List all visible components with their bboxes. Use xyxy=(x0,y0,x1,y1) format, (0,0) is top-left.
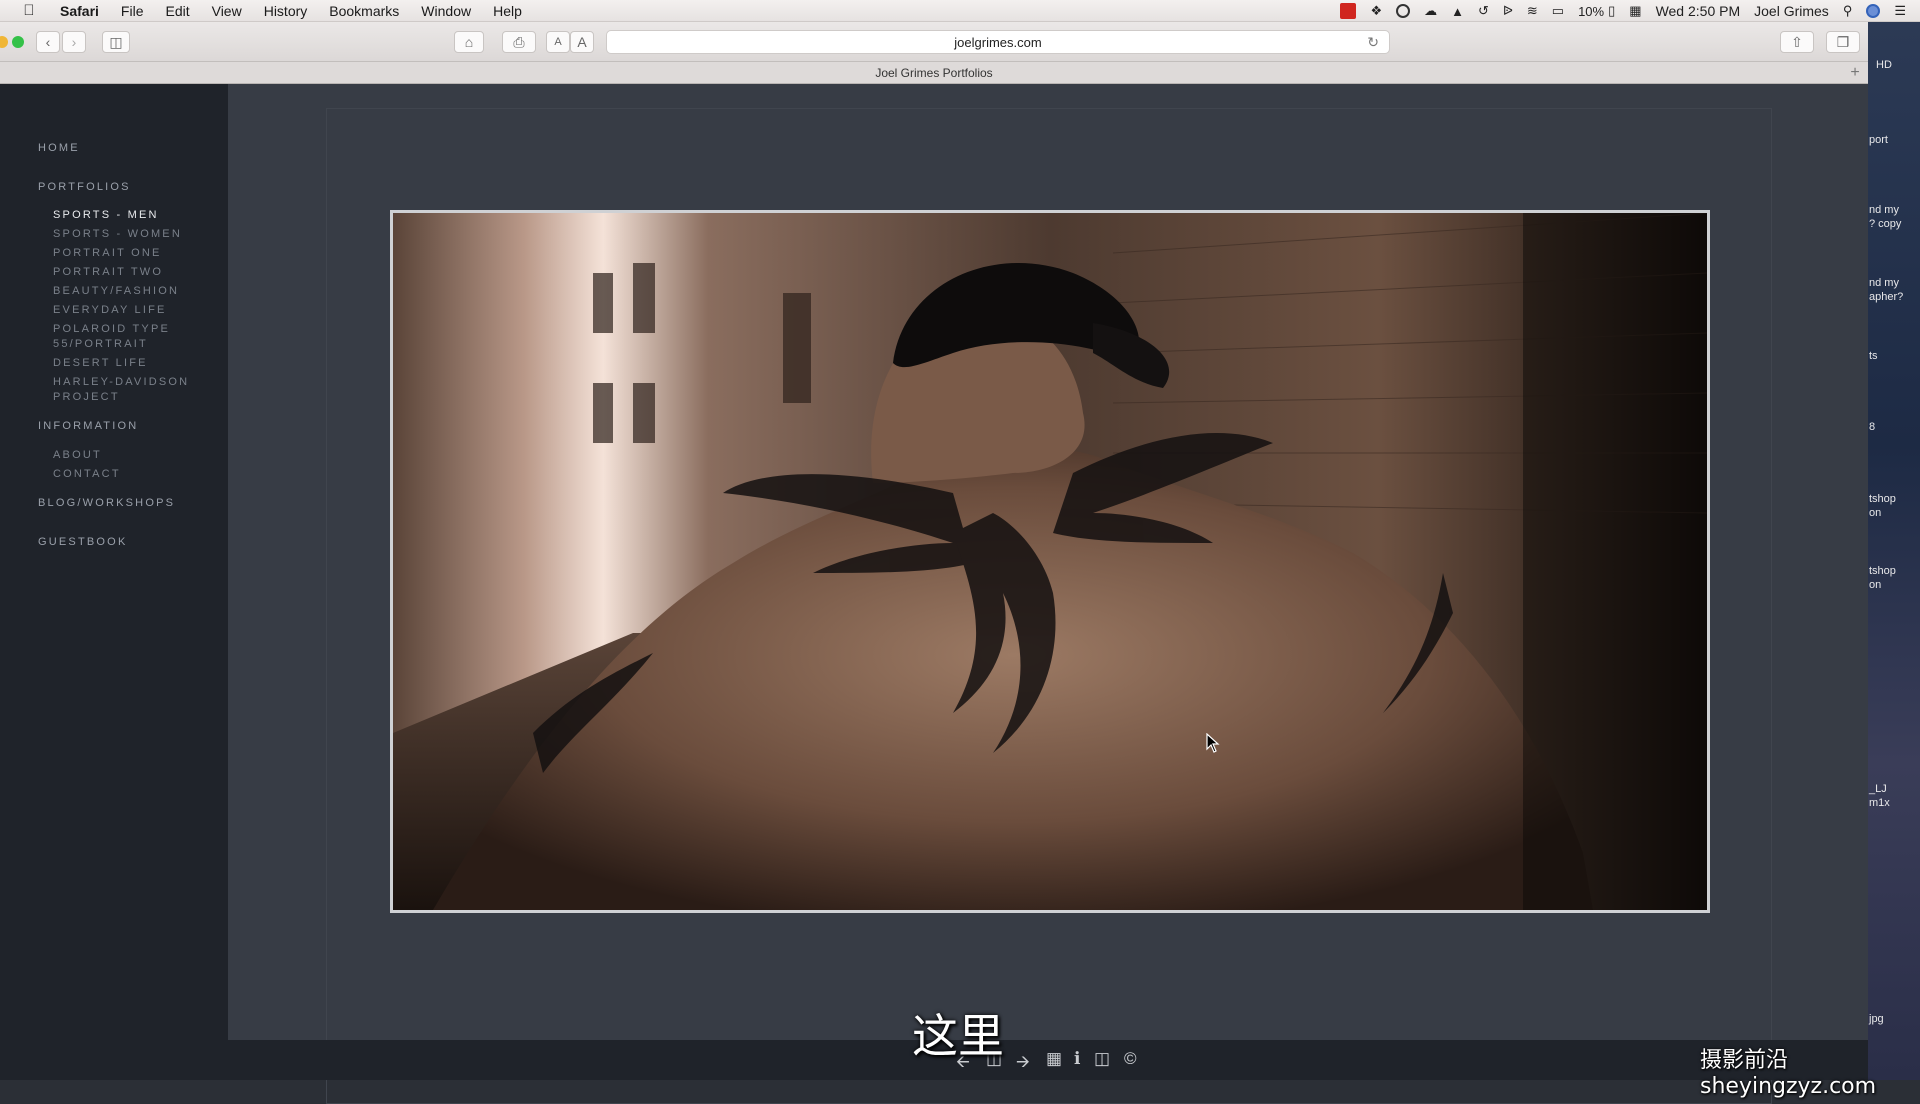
forward-button[interactable]: › xyxy=(62,31,86,53)
time-machine-icon[interactable]: ↺ xyxy=(1478,3,1489,19)
desktop-label[interactable]: _LJ m1x xyxy=(1869,782,1890,810)
portfolio-photo[interactable] xyxy=(390,210,1710,913)
desktop-label[interactable]: tshop on xyxy=(1869,492,1896,520)
menu-help[interactable]: Help xyxy=(493,3,522,19)
address-bar[interactable]: joelgrimes.com ↻ xyxy=(606,30,1390,54)
battery-percent[interactable]: 10% xyxy=(1578,4,1604,19)
menu-history[interactable]: History xyxy=(264,3,308,19)
notification-center-icon[interactable]: ☰ xyxy=(1894,3,1906,19)
growl-icon[interactable]: ▲ xyxy=(1451,4,1464,19)
nav-home[interactable]: HOME xyxy=(38,142,80,154)
wifi-icon[interactable]: ≋ xyxy=(1527,3,1538,19)
nav-information[interactable]: INFORMATION xyxy=(38,420,138,432)
caption-icon[interactable]: ◫ xyxy=(1094,1049,1110,1069)
thumbnails-grid-icon[interactable]: ▦ xyxy=(1046,1049,1062,1069)
bluetooth-icon[interactable]: ᐉ xyxy=(1503,3,1513,19)
desktop-label[interactable]: jpg xyxy=(1869,1012,1884,1026)
clock[interactable]: Wed 2:50 PM xyxy=(1656,3,1741,19)
desktop-label[interactable]: HD xyxy=(1876,58,1892,72)
creative-cloud-icon[interactable]: ☁ xyxy=(1424,3,1437,19)
onepassword-icon[interactable] xyxy=(1396,4,1411,18)
home-icon[interactable]: ⌂ xyxy=(454,31,484,53)
text-smaller-button[interactable]: A xyxy=(546,31,570,53)
new-tab-icon[interactable]: + xyxy=(1846,64,1864,82)
apple-menu-icon[interactable]:  xyxy=(18,2,40,19)
nav-contact[interactable]: CONTACT xyxy=(53,467,213,482)
tattooed-man-alley-photo xyxy=(393,213,1707,910)
tab-title[interactable]: Joel Grimes Portfolios xyxy=(875,66,992,80)
window-minimize-button[interactable] xyxy=(0,36,8,48)
site-sidebar: HOME PORTFOLIOS SPORTS - MEN SPORTS - WO… xyxy=(0,84,228,1080)
user-name[interactable]: Joel Grimes xyxy=(1754,3,1829,19)
menu-view[interactable]: View xyxy=(212,3,242,19)
nav-portfolio-harley-davidson[interactable]: HARLEY-DAVIDSON PROJECT xyxy=(53,375,193,405)
copyright-icon[interactable]: © xyxy=(1124,1049,1137,1069)
siri-icon[interactable] xyxy=(1866,4,1881,18)
mouse-cursor-icon xyxy=(1206,733,1220,753)
watermark: 摄影前沿 sheyingzyz.com xyxy=(1700,1048,1877,1099)
menu-edit[interactable]: Edit xyxy=(165,3,189,19)
airplay-icon[interactable]: ▭ xyxy=(1552,3,1564,19)
browser-toolbar: ‹ › ◫ ⌂ ⎙ A A joelgrimes.com ↻ ⇧ ❐ xyxy=(0,22,1920,62)
sidebar-toggle-icon[interactable]: ◫ xyxy=(102,31,130,53)
app-status-icon[interactable] xyxy=(1340,3,1357,19)
nav-portfolio-everyday-life[interactable]: EVERYDAY LIFE xyxy=(53,303,213,318)
nav-portfolio-portrait-one[interactable]: PORTRAIT ONE xyxy=(53,246,213,261)
calendar-icon[interactable]: ▦ xyxy=(1629,3,1641,19)
nav-portfolio-sports-men[interactable]: SPORTS - MEN xyxy=(53,208,213,223)
status-area: ❖ ☁ ▲ ↺ ᐉ ≋ ▭ 10% ▯ ▦ Wed 2:50 PM Joel G… xyxy=(1340,0,1920,22)
battery-icon[interactable]: ▯ xyxy=(1608,3,1615,19)
nav-portfolio-sports-women[interactable]: SPORTS - WOMEN xyxy=(53,227,213,242)
desktop-label[interactable]: port xyxy=(1869,133,1888,147)
next-arrow-icon[interactable]: 🡪 xyxy=(1016,1049,1030,1078)
menu-window[interactable]: Window xyxy=(421,3,471,19)
url-text: joelgrimes.com xyxy=(954,34,1042,50)
back-button[interactable]: ‹ xyxy=(36,31,60,53)
desktop-label[interactable]: ts xyxy=(1869,349,1878,363)
info-icon[interactable]: ℹ xyxy=(1074,1049,1080,1069)
video-subtitle: 这里 xyxy=(912,1009,1004,1063)
nav-portfolio-polaroid[interactable]: POLAROID TYPE 55/PORTRAIT xyxy=(53,322,183,352)
menu-bar:  Safari File Edit View History Bookmark… xyxy=(0,0,1920,22)
nav-blog-workshops[interactable]: BLOG/WORKSHOPS xyxy=(38,497,175,509)
desktop-background xyxy=(1868,22,1920,1080)
print-icon[interactable]: ⎙ xyxy=(502,31,536,53)
text-larger-button[interactable]: A xyxy=(570,31,594,53)
spotlight-icon[interactable]: ⚲ xyxy=(1843,3,1853,19)
tabs-overview-icon[interactable]: ❐ xyxy=(1826,31,1860,53)
window-zoom-button[interactable] xyxy=(12,36,24,48)
nav-guestbook[interactable]: GUESTBOOK xyxy=(38,536,127,548)
desktop-label[interactable]: nd my apher? xyxy=(1869,276,1903,304)
nav-portfolio-portrait-two[interactable]: PORTRAIT TWO xyxy=(53,265,213,280)
menu-app-name[interactable]: Safari xyxy=(60,3,99,19)
nav-portfolio-beauty-fashion[interactable]: BEAUTY/FASHION xyxy=(53,284,213,299)
nav-portfolio-desert-life[interactable]: DESERT LIFE xyxy=(53,356,213,371)
desktop-label[interactable]: nd my ? copy xyxy=(1869,203,1901,231)
dropbox-icon[interactable]: ❖ xyxy=(1370,3,1382,19)
website-content: HOME PORTFOLIOS SPORTS - MEN SPORTS - WO… xyxy=(0,84,1868,1104)
desktop-label[interactable]: tshop on xyxy=(1869,564,1896,592)
menu-bookmarks[interactable]: Bookmarks xyxy=(329,3,399,19)
nav-about[interactable]: ABOUT xyxy=(53,448,213,463)
nav-portfolios[interactable]: PORTFOLIOS xyxy=(38,181,131,193)
menu-file[interactable]: File xyxy=(121,3,144,19)
share-icon[interactable]: ⇧ xyxy=(1780,31,1814,53)
desktop-label[interactable]: 8 xyxy=(1869,420,1875,434)
tab-bar: Joel Grimes Portfolios + xyxy=(0,62,1868,84)
reload-icon[interactable]: ↻ xyxy=(1367,34,1379,51)
